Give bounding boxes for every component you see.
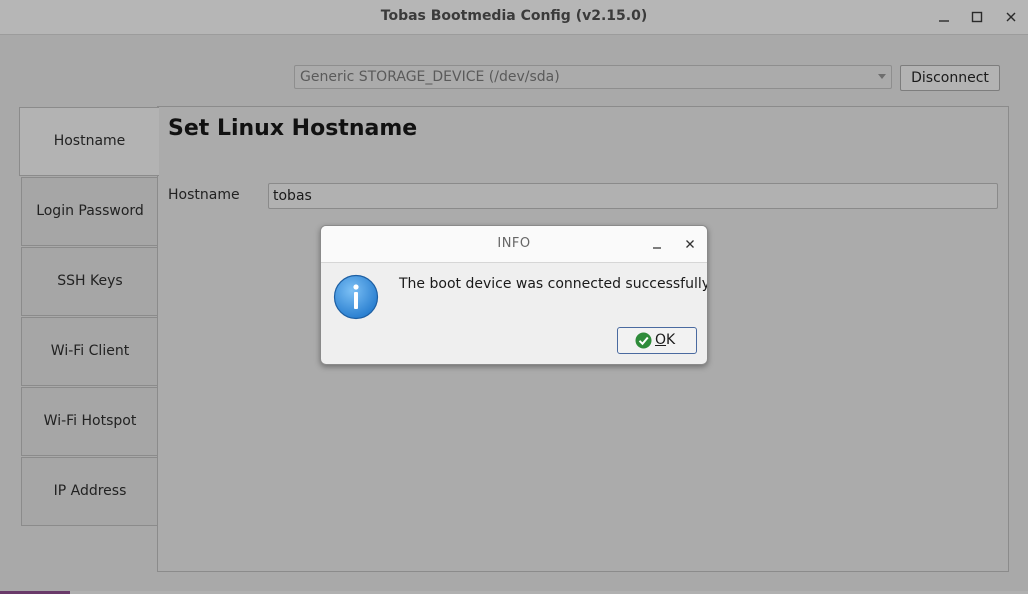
info-dialog: INFO The boot device was connected succe…	[320, 225, 708, 365]
dialog-close-button[interactable]	[680, 234, 700, 254]
minimize-icon	[653, 247, 661, 249]
page-title: Set Linux Hostname	[168, 116, 418, 141]
app-window: Tobas Bootmedia Config (v2.15.0) Generic…	[0, 0, 1028, 594]
tab-label: Login Password	[36, 203, 144, 219]
tab-label: IP Address	[53, 483, 127, 499]
hostname-input[interactable]: tobas	[268, 183, 998, 209]
window-title: Tobas Bootmedia Config (v2.15.0)	[380, 8, 648, 24]
close-icon	[686, 240, 694, 248]
tab-login-password[interactable]: Login Password	[21, 177, 158, 246]
ok-button-label: OK	[655, 332, 676, 348]
dialog-minimize-button[interactable]	[647, 234, 667, 254]
close-button[interactable]	[1000, 6, 1022, 28]
minimize-icon	[939, 20, 949, 22]
device-select[interactable]: Generic STORAGE_DEVICE (/dev/sda)	[294, 65, 892, 89]
dialog-message: The boot device was connected successful…	[399, 276, 708, 292]
title-bar[interactable]: Tobas Bootmedia Config (v2.15.0)	[0, 0, 1028, 35]
tab-ip-address[interactable]: IP Address	[21, 457, 158, 526]
maximize-button[interactable]	[966, 6, 988, 28]
minimize-button[interactable]	[933, 6, 955, 28]
tab-label: Hostname	[53, 133, 126, 149]
maximize-icon	[971, 11, 983, 23]
device-select-value: Generic STORAGE_DEVICE (/dev/sda)	[300, 69, 560, 85]
disconnect-button[interactable]: Disconnect	[900, 65, 1000, 91]
tab-ssh-keys[interactable]: SSH Keys	[21, 247, 158, 316]
tab-hostname[interactable]: Hostname	[19, 107, 159, 176]
check-circle-icon	[635, 332, 652, 349]
chevron-down-icon	[878, 74, 886, 79]
tab-wifi-client[interactable]: Wi-Fi Client	[21, 317, 158, 386]
tab-label: Wi-Fi Hotspot	[43, 413, 137, 429]
close-icon	[1006, 12, 1016, 22]
dialog-title-bar[interactable]: INFO	[321, 226, 707, 263]
info-icon	[333, 274, 379, 320]
ok-button[interactable]: OK	[617, 327, 697, 354]
hostname-label: Hostname	[168, 187, 240, 203]
tab-label: SSH Keys	[57, 273, 123, 289]
tab-label: Wi-Fi Client	[50, 343, 130, 359]
tab-wifi-hotspot[interactable]: Wi-Fi Hotspot	[21, 387, 158, 456]
